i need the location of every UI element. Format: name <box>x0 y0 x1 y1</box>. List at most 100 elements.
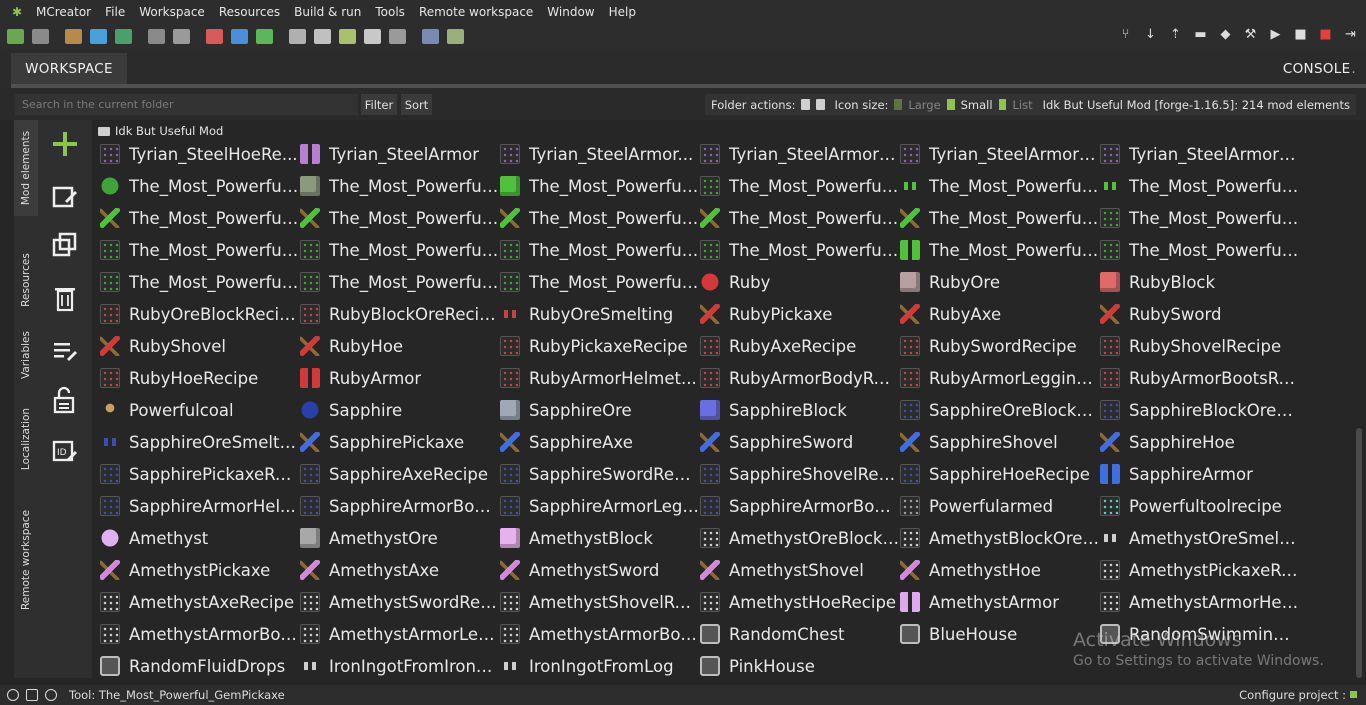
mod-element-item[interactable]: The_Most_Powerful... <box>300 170 500 202</box>
run-icon[interactable]: ▶ <box>1268 27 1283 42</box>
mod-element-item[interactable]: Tyrian_SteelArmorB... <box>700 138 900 170</box>
mod-element-item[interactable]: The_Most_Powerful... <box>100 170 300 202</box>
mod-element-item[interactable]: AmethystSwordRec... <box>300 586 500 618</box>
mod-element-item[interactable]: IronIngotFromIronP... <box>300 650 500 678</box>
stop-icon[interactable]: ■ <box>1318 27 1333 42</box>
mod-element-item[interactable]: SapphirePickaxe <box>300 426 500 458</box>
cloud-icon[interactable] <box>314 29 331 44</box>
mod-element-item[interactable]: The_Most_Powerful... <box>100 202 300 234</box>
mod-element-item[interactable]: AmethystOre <box>300 522 500 554</box>
filter-button[interactable]: Filter <box>361 94 397 115</box>
mod-element-item[interactable]: IronIngotFromLog <box>500 650 700 678</box>
animation-icon[interactable] <box>173 29 190 44</box>
mod-element-item[interactable]: RubyPickaxeRecipe <box>500 330 700 362</box>
folder-icon[interactable]: ▬ <box>1193 27 1208 42</box>
mod-element-item[interactable]: SapphireShovelReci... <box>700 458 900 490</box>
mod-element-item[interactable]: RubySword <box>1100 298 1300 330</box>
mod-element-item[interactable]: PinkHouse <box>700 650 900 678</box>
mod-element-item[interactable]: Powerfulcoal <box>100 394 300 426</box>
mod-element-item[interactable]: Tyrian_SteelArmor... <box>500 138 700 170</box>
mod-element-item[interactable]: SapphireSword <box>700 426 900 458</box>
mod-element-item[interactable]: The_Most_Powerful... <box>700 170 900 202</box>
mod-element-item[interactable]: The_Most_Powerful... <box>900 170 1100 202</box>
texture-icon[interactable] <box>65 29 82 44</box>
info-icon[interactable] <box>7 689 19 701</box>
tab-workspace[interactable]: WORKSPACE <box>11 53 127 84</box>
mod-element-item[interactable]: SapphireOreBlockR... <box>900 394 1100 426</box>
mod-element-item[interactable]: SapphireArmorHel... <box>100 490 300 522</box>
mod-element-item[interactable]: SapphireAxe <box>500 426 700 458</box>
upload-icon[interactable]: ⇡ <box>1168 27 1183 42</box>
menu-resources[interactable]: Resources <box>212 5 287 19</box>
model-icon[interactable] <box>115 29 132 44</box>
mod-element-item[interactable]: The_Most_Powerful... <box>700 234 900 266</box>
settings-gear-icon[interactable] <box>45 689 57 701</box>
mod-element-item[interactable]: AmethystArmor <box>900 586 1100 618</box>
menu-workspace[interactable]: Workspace <box>132 5 212 19</box>
mod-element-item[interactable]: SapphireHoeRecipe <box>900 458 1100 490</box>
mod-element-item[interactable]: RubyAxeRecipe <box>700 330 900 362</box>
mod-element-item[interactable]: AmethystShovelRe... <box>500 586 700 618</box>
color-red-icon[interactable] <box>206 29 223 44</box>
size-list[interactable]: List <box>1012 98 1032 112</box>
mod-element-item[interactable]: RubyBlockOreRecipe <box>300 298 500 330</box>
new-element-icon[interactable] <box>7 29 24 44</box>
new-folder-icon[interactable] <box>801 99 810 110</box>
mod-element-item[interactable]: BlueHouse <box>900 618 1100 650</box>
element-id-icon[interactable]: ID <box>50 436 80 466</box>
menu-tools[interactable]: Tools <box>368 5 412 19</box>
mod-element-item[interactable]: AmethystOreSmelti... <box>1100 522 1300 554</box>
mod-element-item[interactable]: RubyHoeRecipe <box>100 362 300 394</box>
plant-icon[interactable] <box>339 29 356 44</box>
mod-element-item[interactable]: The_Most_Powerful... <box>900 202 1100 234</box>
side-tab-remote-workspace[interactable]: Remote workspace <box>14 505 38 615</box>
mod-element-item[interactable]: SapphireArmorBoot... <box>700 490 900 522</box>
side-tab-variables[interactable]: Variables <box>14 328 38 382</box>
menu-help[interactable]: Help <box>602 5 643 19</box>
search-input[interactable] <box>15 94 358 115</box>
mod-element-item[interactable]: Tyrian_SteelArmorB... <box>1100 138 1300 170</box>
size-small[interactable]: Small <box>961 98 993 112</box>
mod-element-item[interactable]: RandomChest <box>700 618 900 650</box>
mod-element-item[interactable]: AmethystArmorHel... <box>1100 586 1300 618</box>
mod-element-item[interactable]: RubyArmor <box>300 362 500 394</box>
mod-element-item[interactable]: RandomFluidDrops <box>100 650 300 678</box>
mod-element-item[interactable]: The_Most_Powerful... <box>300 266 500 298</box>
scrollbar-thumb[interactable] <box>1356 428 1362 678</box>
gear-tool-icon[interactable] <box>364 29 381 44</box>
mod-element-item[interactable]: RubyBlock <box>1100 266 1300 298</box>
small-size-icon[interactable] <box>946 99 955 110</box>
mod-element-item[interactable]: The_Most_Powerful... <box>900 234 1100 266</box>
mod-element-item[interactable]: RubyOre <box>900 266 1100 298</box>
download-icon[interactable]: ↓ <box>1143 27 1158 42</box>
mod-element-item[interactable]: The_Most_Powerful... <box>1100 202 1300 234</box>
lock-code-icon[interactable] <box>50 385 80 415</box>
mod-element-item[interactable]: Tyrian_SteelHoeRe... <box>100 138 300 170</box>
mod-element-item[interactable]: SapphireArmorLegg... <box>500 490 700 522</box>
procedure-icon[interactable] <box>289 29 306 44</box>
mod-element-item[interactable]: AmethystArmorBoo... <box>500 618 700 650</box>
delete-element-icon[interactable] <box>50 283 80 313</box>
folder-settings-icon[interactable] <box>816 99 825 110</box>
package-icon[interactable] <box>389 29 406 44</box>
add-element-icon[interactable] <box>50 129 80 159</box>
menu-remote-workspace[interactable]: Remote workspace <box>412 5 540 19</box>
mod-element-item[interactable]: AmethystPickaxe <box>100 554 300 586</box>
mod-element-item[interactable]: RubyShovelRecipe <box>1100 330 1300 362</box>
eraser-icon[interactable]: ◆ <box>1218 27 1233 42</box>
breadcrumb[interactable]: Idk But Useful Mod <box>98 123 223 139</box>
mod-element-item[interactable]: The_Most_Powerful... <box>300 202 500 234</box>
mod-element-item[interactable]: AmethystArmorLeg... <box>300 618 500 650</box>
mod-element-item[interactable]: Sapphire <box>300 394 500 426</box>
mod-element-item[interactable]: Amethyst <box>100 522 300 554</box>
mod-element-item[interactable]: AmethystBlockOreR... <box>900 522 1100 554</box>
sort-button[interactable]: Sort <box>401 94 432 115</box>
mod-element-item[interactable]: RubyPickaxe <box>700 298 900 330</box>
list-size-icon[interactable] <box>998 99 1007 110</box>
side-tab-mod-elements[interactable]: Mod elements <box>14 120 38 216</box>
terminal-icon[interactable] <box>422 29 439 44</box>
mod-element-item[interactable]: Tyrian_SteelArmor <box>300 138 500 170</box>
mod-element-item[interactable]: Powerfultoolrecipe <box>1100 490 1300 522</box>
mod-element-item[interactable]: SapphireAxeRecipe <box>300 458 500 490</box>
mod-element-item[interactable]: Powerfularmed <box>900 490 1100 522</box>
